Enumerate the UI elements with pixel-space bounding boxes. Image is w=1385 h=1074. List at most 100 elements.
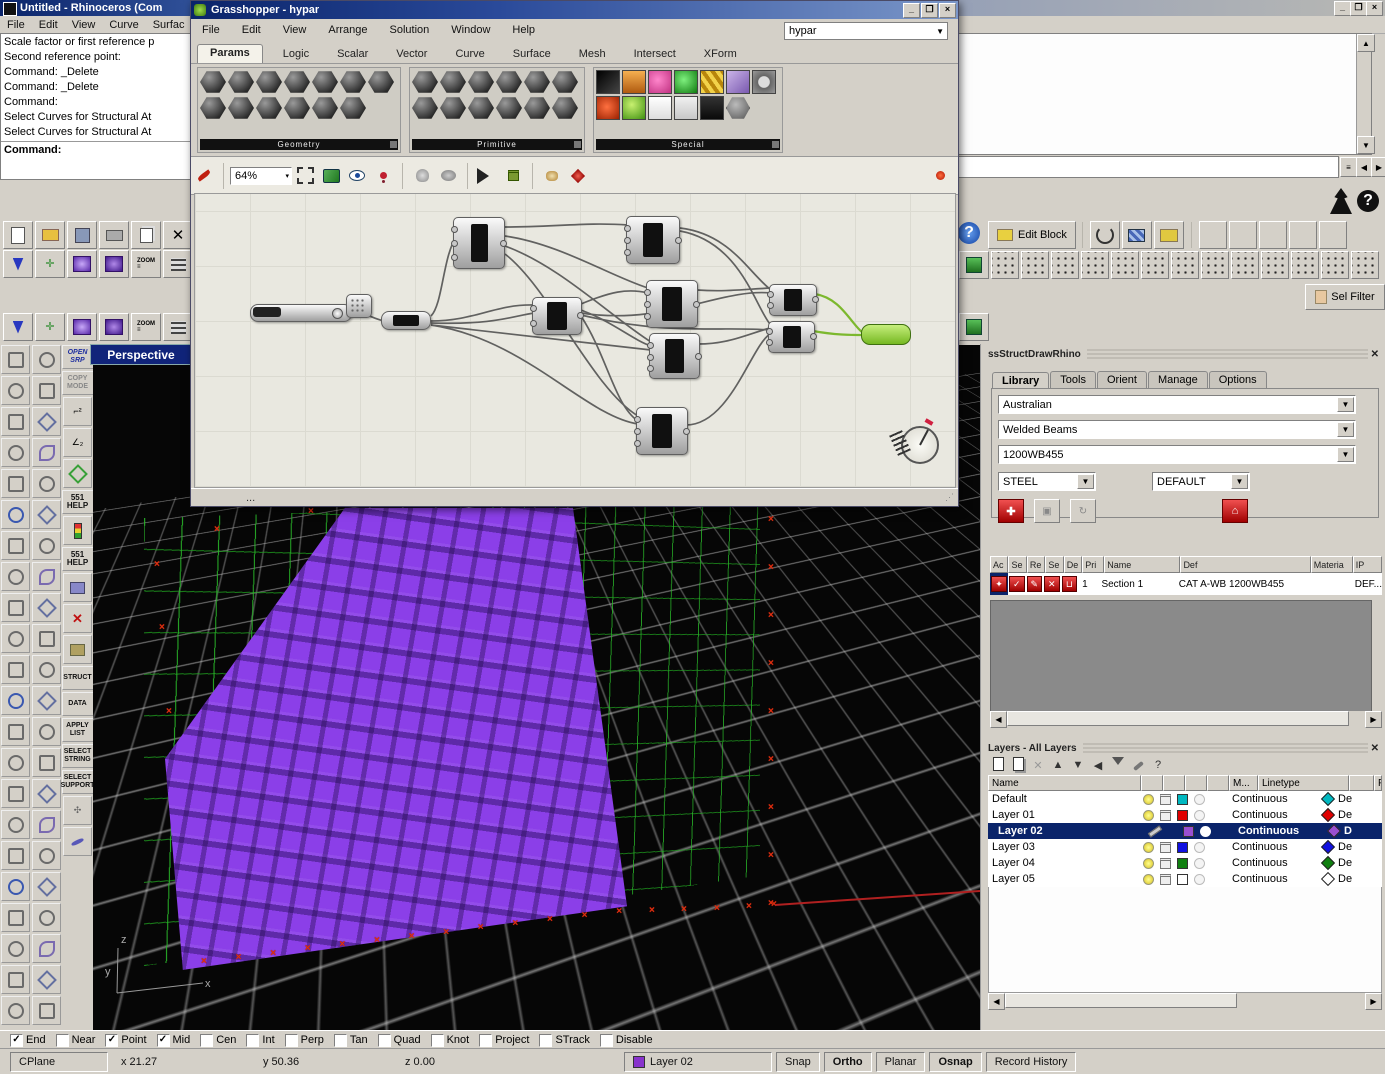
tab-tools[interactable]: Tools [1050,371,1096,388]
help-icon[interactable]: ? [1357,190,1379,212]
dial-widget[interactable] [897,422,943,468]
trash-icon[interactable]: ⊔ [1062,576,1078,592]
lock-icon[interactable] [1157,842,1174,853]
new-file-icon[interactable] [3,221,33,249]
menu-view[interactable]: View [72,19,96,31]
command-history[interactable]: Scale factor or first reference p Second… [0,33,196,180]
rhino-tool-icon[interactable] [32,810,61,839]
command-history-right[interactable]: ▲ ▼ [957,33,1372,155]
tab-manage[interactable]: Manage [1148,371,1208,388]
geometry-param-icon[interactable] [256,96,282,120]
menu-file[interactable]: File [7,19,25,31]
geometry-param-icon[interactable] [340,96,366,120]
help-ball-icon[interactable]: ? [958,222,980,244]
rhino-tool-icon[interactable] [1,748,30,777]
special-param-icon[interactable] [674,70,698,94]
rhino-tool-icon[interactable] [1,779,30,808]
osnap-checkbox-quad[interactable] [378,1034,391,1047]
angle2-icon[interactable]: ∠₂ [63,428,92,457]
rhino-tool-icon[interactable] [1,624,30,653]
family-combo[interactable]: Welded Beams▼ [998,420,1356,439]
rhino-tool-icon[interactable] [32,500,61,529]
lock-icon[interactable] [1157,858,1174,869]
current-layer-chip[interactable]: Layer 02 [624,1052,772,1072]
layers-titlebar[interactable]: Layers - All Layers ✕ [988,741,1382,755]
scroll-left-icon[interactable]: ◀ [990,711,1007,728]
undo-icon[interactable] [3,313,33,341]
special-param-icon[interactable] [648,70,672,94]
layer-current-circle[interactable] [1191,842,1208,853]
special-param-icon[interactable] [726,70,750,94]
struct-close-icon[interactable]: ✕ [1368,349,1382,360]
rhino-tool-icon[interactable] [32,593,61,622]
rhino-tool-icon[interactable] [32,345,61,374]
viewport-title-tab[interactable]: Perspective [90,344,192,365]
delete-icon[interactable]: ✕ [163,221,193,249]
lock-icon[interactable] [1157,794,1174,805]
rhino-tool-icon[interactable] [32,655,61,684]
default-combo[interactable]: DEFAULT▼ [1152,472,1250,491]
grasshopper-window[interactable]: Grasshopper - hypar _ ❐ × File Edit View… [190,0,959,507]
rhino-tool-icon[interactable] [32,469,61,498]
layer-name[interactable]: Layer 04 [988,857,1140,869]
pin-icon[interactable] [373,166,393,186]
copy-block-icon[interactable] [63,635,92,664]
scroll-up-button[interactable]: ▲ [1357,34,1375,52]
primitive-param-icon[interactable] [468,70,494,94]
check-icon[interactable]: ✓ [1009,576,1025,592]
rotate-button[interactable]: ↻ [1070,499,1096,523]
layer-color-swatch[interactable] [1174,794,1191,805]
rhino-tool-icon[interactable] [32,624,61,653]
osnap-checkbox-perp[interactable] [285,1034,298,1047]
tab-options[interactable]: Options [1209,371,1267,388]
gh-menu-solution[interactable]: Solution [390,24,430,36]
layer-name[interactable]: Default [988,793,1140,805]
osnap-checkbox-project[interactable] [479,1034,492,1047]
primitive-param-icon[interactable] [412,70,438,94]
tab-logic[interactable]: Logic [283,48,309,63]
col-ac[interactable]: Ac [990,556,1008,573]
gh-minimize-button[interactable]: _ [903,3,920,18]
layer-name[interactable]: Layer 01 [988,809,1140,821]
zoom-extents-icon[interactable] [99,313,129,341]
cplane-button[interactable]: CPlane [10,1052,108,1072]
geometry-group-label[interactable]: Geometry [200,139,398,150]
surface-component[interactable] [453,217,505,269]
layer-linetype[interactable]: Continuous [1232,809,1318,821]
scroll-down-button[interactable]: ▼ [1357,136,1375,154]
close-button[interactable]: × [1366,1,1383,16]
rhino-tool-icon[interactable] [1,717,30,746]
array-grid-icon[interactable] [1319,221,1347,249]
rhino-tool-icon[interactable] [1,407,30,436]
primitive-param-icon[interactable] [440,70,466,94]
record-history-toggle[interactable]: Record History [986,1052,1077,1072]
delete-icon[interactable]: ✕ [1044,576,1060,592]
tab-curve[interactable]: Curve [455,48,484,63]
print-color-diamond[interactable] [1318,794,1338,804]
filter-icon[interactable] [1108,757,1128,774]
blocks-icon[interactable] [1122,221,1152,249]
tab-xform[interactable]: XForm [704,48,737,63]
navigation-map-icon[interactable] [321,166,341,186]
gh-close-button[interactable]: × [939,3,956,18]
scroll-left-button[interactable]: ◀ [1356,157,1372,177]
print-icon[interactable] [99,221,129,249]
rhino-tool-icon[interactable] [32,779,61,808]
special-param-icon[interactable] [596,96,620,120]
osnap-checkbox-point[interactable]: ✓ [105,1034,118,1047]
layer-current-circle[interactable] [1191,874,1208,885]
rhino-tool-icon[interactable] [1,655,30,684]
component-green-icon[interactable] [959,313,989,341]
zoom-text-icon[interactable]: ZOOM≡ [131,250,161,278]
rhino-tool-icon[interactable] [32,996,61,1025]
col-re[interactable]: Re [1027,556,1045,573]
bulb-icon[interactable] [1140,794,1157,805]
delete-red-icon[interactable]: ✕ [63,604,92,633]
rhino-tool-icon[interactable] [1,965,30,994]
geometry-param-icon[interactable] [228,96,254,120]
bulb-icon[interactable] [1140,842,1157,853]
open-file-icon[interactable] [35,221,65,249]
layers-close-icon[interactable]: ✕ [1368,743,1382,754]
special-group-label[interactable]: Special [596,139,780,150]
tab-orient[interactable]: Orient [1097,371,1147,388]
